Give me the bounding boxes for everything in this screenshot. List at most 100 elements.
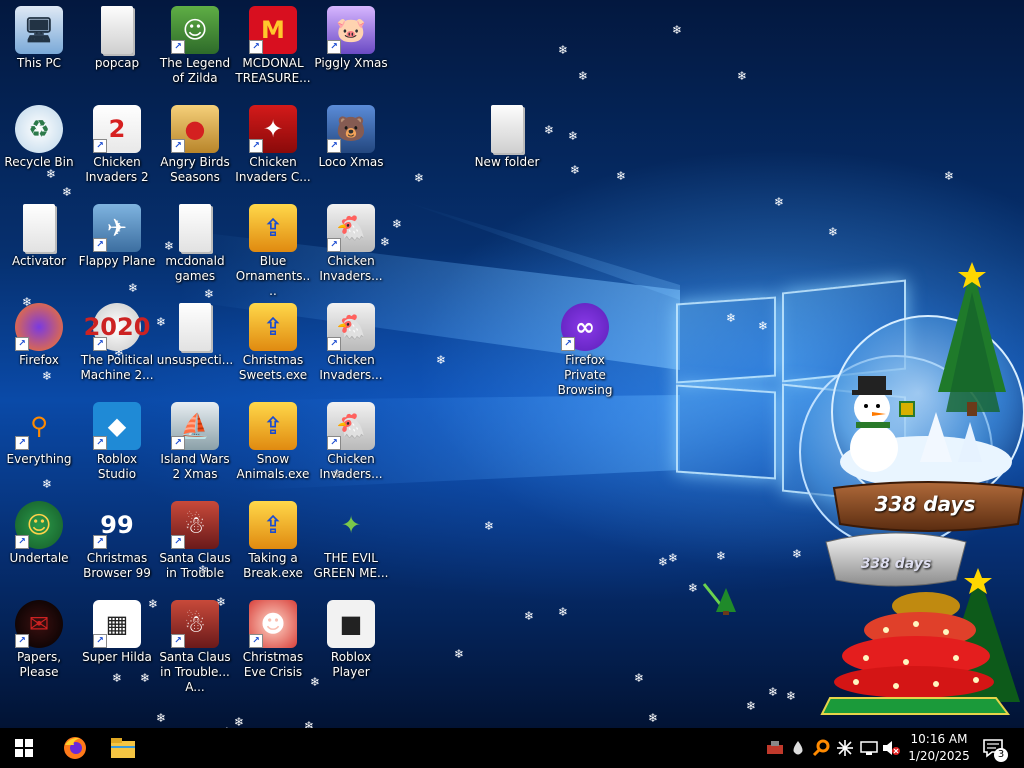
shortcut-arrow-icon: ↗ [15,337,29,351]
snowflake: ❄ [558,605,569,619]
desktop-icon-christmas-sweets-exe[interactable]: ⇪ Christmas Sweets.exe [234,297,312,383]
desktop-icon-the-legend-of-zilda[interactable]: ☺ ↗ The Legend of Zilda [156,0,234,86]
desktop-icon-angry-birds-seasons[interactable]: ● ↗ Angry Birds Seasons [156,99,234,185]
shortcut-arrow-icon: ↗ [93,139,107,153]
desktop-icon-christmas-browser-99[interactable]: 99 ↗ Christmas Browser 99 [78,495,156,581]
desktop-icon-recycle-bin[interactable]: ♻ Recycle Bin [0,99,78,170]
desktop-icon-chicken-invaders[interactable]: 🐔 ↗ Chicken Invaders... [312,396,390,482]
desktop-icon-flappy-plane[interactable]: ✈ ↗ Flappy Plane [78,198,156,269]
desktop-icon-this-pc[interactable]: 🖥 This PC [0,0,78,71]
desktop-icon-snow-animals-exe[interactable]: ⇪ Snow Animals.exe [234,396,312,482]
shortcut-arrow-icon: ↗ [171,139,185,153]
firefox-private-icon: ∞ ↗ [561,303,609,351]
desktop-icon-piggly-xmas[interactable]: 🐷 ↗ Piggly Xmas [312,0,390,71]
snowflake: ❄ [786,689,797,703]
desktop-icon-label: popcap [94,56,140,70]
chicken-invaders-icon: 🐔 ↗ [327,402,375,450]
snowflake: ❄ [634,671,645,685]
shortcut-arrow-icon: ↗ [249,40,263,54]
desktop-icon-label: Everything [6,452,72,466]
snowflake: ❄ [62,185,73,199]
desktop-icon-island-wars-2-xmas[interactable]: ⛵ ↗ Island Wars 2 Xmas [156,396,234,482]
desktop-icon-label: Taking a Break.exe [243,551,303,580]
desktop-icon-papers-please[interactable]: ✉ ↗ Papers, Please [0,594,78,680]
desktop-icon-label: Chicken Invaders... [319,254,383,283]
santa-face-icon: ☻ ↗ [249,600,297,648]
desktop-icon-santa-claus-in-trouble[interactable]: ☃ ↗ Santa Claus in Trouble [156,495,234,581]
snowflake: ❄ [484,519,495,533]
tray-droplet-icon[interactable] [788,728,808,768]
island-wars-icon: ⛵ ↗ [171,402,219,450]
tray-app-icon[interactable] [764,728,786,768]
desktop-icon-undertale[interactable]: ☺ ↗ Undertale [0,495,78,566]
desktop-icon-taking-a-break-exe[interactable]: ⇪ Taking a Break.exe [234,495,312,581]
desktop-icon-label: Roblox Player [330,650,372,679]
desktop-icon-everything[interactable]: ⚲ ↗ Everything [0,396,78,467]
desktop-icon-roblox-player[interactable]: ■ Roblox Player [312,594,390,680]
snowflake: ❄ [558,43,569,57]
notification-center-button[interactable]: 3 [978,728,1008,768]
desktop-icon-the-evil-green-me[interactable]: ✦ THE EVIL GREEN ME... [312,495,390,581]
desktop-icon-label: Christmas Browser 99 [83,551,151,580]
desktop-icon-the-political-machine-2[interactable]: 2020 ↗ The Political Machine 2... [78,297,156,383]
taskbar-clock[interactable]: 10:16 AM 1/20/2025 [904,731,974,765]
snowflake: ❄ [716,549,727,563]
taskbar-file-explorer-button[interactable] [100,728,146,768]
tray-snowflake-icon[interactable] [834,728,856,768]
santa-trouble-icon: ☃ ↗ [171,501,219,549]
desktop-icon-chicken-invaders[interactable]: 🐔 ↗ Chicken Invaders... [312,198,390,284]
snowflake: ❄ [726,311,737,325]
desktop-icon-label: The Legend of Zilda [159,56,231,85]
desktop-icon-chicken-invaders-c[interactable]: ✦ ↗ Chicken Invaders C... [234,99,312,185]
tray-network-icon[interactable] [858,728,880,768]
desktop-icon-loco-xmas[interactable]: 🐻 ↗ Loco Xmas [312,99,390,170]
shortcut-arrow-icon: ↗ [327,40,341,54]
tray-volume-icon[interactable] [880,728,902,768]
desktop-icon-label: Santa Claus in Trouble [159,551,231,580]
shortcut-arrow-icon: ↗ [327,337,341,351]
loco-xmas-icon: 🐻 ↗ [327,105,375,153]
droplet-icon [793,741,803,755]
desktop-icon-label: Super Hilda [82,650,152,664]
desktop-icon-firefox-private-browsing[interactable]: ∞ ↗ Firefox Private Browsing [546,297,624,398]
desktop-icon-label: Christmas Eve Crisis [242,650,304,679]
shortcut-arrow-icon: ↗ [93,238,107,252]
snow-globe-widget[interactable]: 338 days 338 days [796,262,1024,728]
papers-please-icon: ✉ ↗ [15,600,63,648]
desktop: ❄ ❄ ❄ ❄ ❄ ❄ ❄ ❄ ❄ ❄ ❄ ❄ ❄ ❄ ❄ ❄ ❄ ❄ ❄ ❄ ❄ ❄ ❄ ❄ ❄ ❄ ❄ ❄ ❄ ❄ ❄ ❄ ❄ ❄ ❄ ❄ ❄ ❄ ❄ ❄… [0,0,1024,728]
setup-icon: ⇪ [249,402,297,450]
desktop-icon-super-hilda[interactable]: ▦ ↗ Super Hilda [78,594,156,665]
desktop-icon-firefox[interactable]: ↗ Firefox [0,297,78,368]
taskbar-firefox-button[interactable] [52,728,98,768]
desktop-icon-new-folder[interactable]: New folder [468,99,546,170]
desktop-icon-label: Blue Ornaments.... [235,254,311,298]
snowflake: ❄ [524,609,535,623]
network-icon [860,741,878,755]
chicken-invaders-c-icon: ✦ ↗ [249,105,297,153]
snowflake: ❄ [454,647,465,661]
shortcut-arrow-icon: ↗ [15,535,29,549]
desktop-icon-santa-claus-in-trouble-a[interactable]: ☃ ↗ Santa Claus in Trouble... A... [156,594,234,695]
volume-muted-icon [883,741,900,755]
tray-search-icon[interactable] [810,728,832,768]
desktop-icon-popcap[interactable]: popcap [78,0,156,71]
desktop-icon-chicken-invaders-2[interactable]: 2 ↗ Chicken Invaders 2 [78,99,156,185]
snowflake: ❄ [112,671,123,685]
snowflake: ❄ [688,581,699,595]
desktop-icon-unsuspecti[interactable]: unsuspecti... [156,297,234,368]
desktop-icon-mcdonal-treasure[interactable]: M ↗ MCDONAL TREASURE... [234,0,312,86]
start-button[interactable] [0,728,48,768]
desktop-icon-chicken-invaders[interactable]: 🐔 ↗ Chicken Invaders... [312,297,390,383]
political-machine-icon: 2020 ↗ [84,303,150,351]
desktop-icon-roblox-studio[interactable]: ◆ ↗ Roblox Studio [78,396,156,482]
snowflake: ❄ [828,225,839,239]
desktop-icon-label: Chicken Invaders C... [235,155,311,184]
desktop-icon-activator[interactable]: Activator [0,198,78,269]
clock-date: 1/20/2025 [908,749,970,763]
desktop-icon-christmas-eve-crisis[interactable]: ☻ ↗ Christmas Eve Crisis [234,594,312,680]
desktop-icon-label: Activator [11,254,67,268]
desktop-icon-blue-ornaments[interactable]: ⇪ Blue Ornaments.... [234,198,312,299]
this-pc-icon: 🖥 [15,6,63,54]
desktop-icon-mcdonald-games[interactable]: mcdonald games [156,198,234,284]
app-tray-icon [767,741,783,754]
